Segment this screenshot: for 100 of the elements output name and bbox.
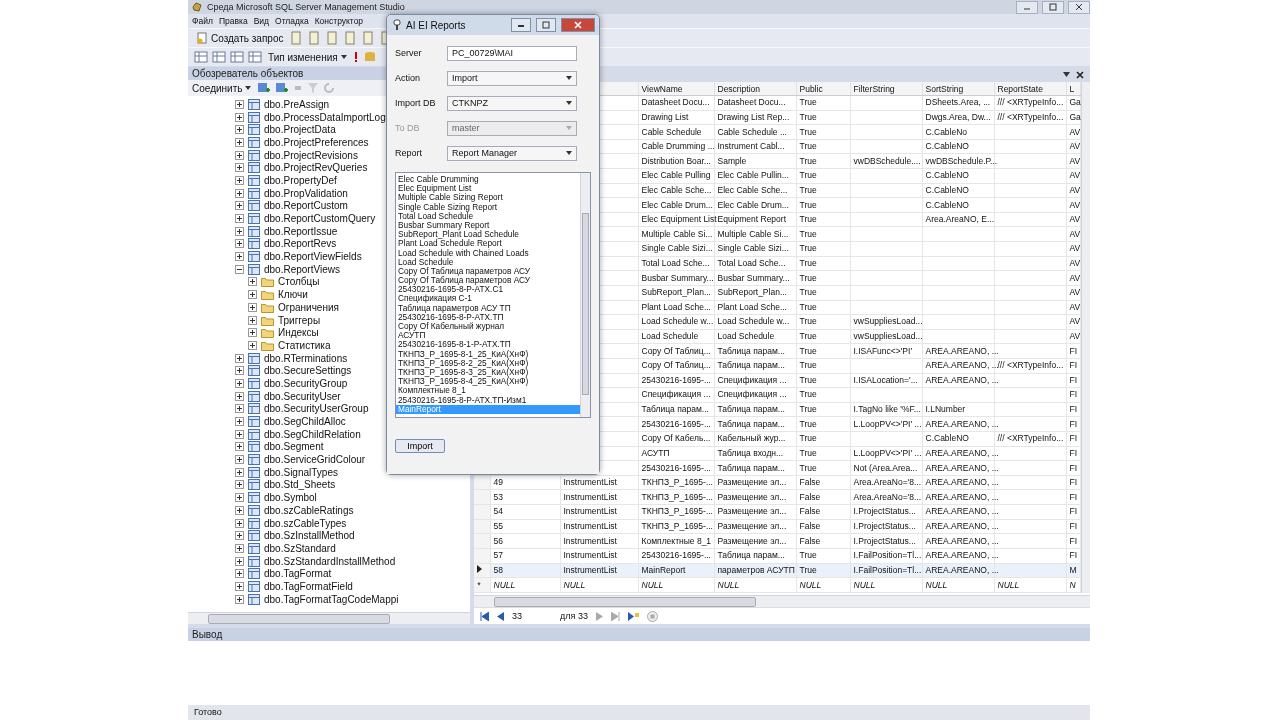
menu-item[interactable]: Правка — [218, 16, 248, 26]
tree-item[interactable]: dbo.SecurityUser — [264, 390, 341, 402]
list-item[interactable]: АСУТП — [396, 331, 580, 341]
tree-item[interactable]: Статистика — [278, 339, 331, 351]
new-record-icon[interactable] — [627, 611, 639, 621]
tree-item[interactable]: Триггеры — [278, 314, 321, 326]
expand-icon[interactable] — [235, 125, 244, 135]
expand-icon[interactable] — [235, 556, 244, 566]
dropdown-field[interactable]: Import — [447, 70, 577, 86]
list-item[interactable]: 25430216-1695-8-P-ATX.C1 — [396, 285, 580, 295]
tree-item[interactable]: dbo.RTerminations — [264, 352, 348, 364]
list-item[interactable]: Elec Equipment List — [396, 184, 580, 194]
expand-icon[interactable] — [235, 493, 244, 503]
list-item[interactable]: Copy Of Кабельный журнал — [396, 322, 580, 332]
list-item[interactable]: Busbar Summary Report — [396, 220, 580, 231]
tree-item[interactable]: dbo.PropertyDef — [264, 174, 337, 186]
record-position[interactable]: 33 — [512, 611, 552, 621]
tree-item[interactable]: dbo.ReportIssue — [264, 225, 338, 237]
tree-item[interactable]: dbo.ProcessDataImportLog — [264, 111, 386, 123]
menu-item[interactable]: Вид — [253, 16, 269, 26]
expand-icon[interactable] — [235, 201, 244, 211]
tree-item[interactable]: dbo.SecurityUserGroup — [264, 403, 369, 415]
list-item[interactable]: Таблица параметров АСУ ТП — [396, 303, 580, 313]
import-button[interactable]: Import — [395, 439, 445, 453]
tree-item[interactable]: Ограничения — [278, 301, 339, 313]
tree-item[interactable]: dbo.SzStandard — [264, 542, 336, 554]
tree-item[interactable]: dbo.ReportViewFields — [264, 251, 362, 263]
expand-icon[interactable] — [235, 417, 244, 427]
expand-icon[interactable] — [235, 581, 244, 591]
expand-icon[interactable] — [235, 137, 244, 147]
list-item[interactable]: 25430216-1695-8-1-P-ATX.ТП — [396, 340, 580, 350]
tree-item[interactable]: dbo.PropValidation — [264, 187, 348, 199]
expand-icon[interactable] — [235, 378, 244, 388]
expand-icon[interactable] — [235, 252, 244, 262]
expand-icon[interactable] — [235, 594, 244, 604]
menu-item[interactable]: Конструктор — [314, 16, 364, 26]
menu-item[interactable]: Отладка — [275, 16, 309, 26]
list-item[interactable]: Copy Of Таблица параметров АСУ — [396, 276, 580, 286]
tree-item[interactable]: dbo.SegChildRelation — [264, 428, 361, 440]
tree-item[interactable]: dbo.SzStandardInstallMethod — [264, 555, 396, 567]
tree-item[interactable]: dbo.szCableTypes — [264, 517, 347, 529]
expand-icon[interactable] — [235, 239, 244, 249]
close-button[interactable] — [561, 18, 595, 32]
list-item[interactable]: ТКНПЗ_Р_1695-8-2_25_КиА(ХнФ) — [396, 358, 580, 368]
list-item[interactable]: 25430216-1695-8-P-ATX.ТП — [396, 312, 580, 322]
tree-item[interactable]: dbo.SegChildAlloc — [264, 416, 346, 428]
expand-icon[interactable] — [235, 404, 244, 414]
tree-item[interactable]: dbo.ReportRevs — [264, 238, 337, 250]
dropdown-field[interactable]: CTKNPZ — [447, 95, 577, 111]
expand-icon[interactable] — [248, 315, 257, 325]
expand-icon[interactable] — [235, 112, 244, 122]
list-item[interactable]: Спецификация С-1 — [396, 294, 580, 304]
report-listbox[interactable] — [395, 172, 591, 418]
tree-item[interactable]: dbo.ReportViews — [264, 263, 340, 275]
expand-icon[interactable] — [235, 175, 244, 185]
expand-icon[interactable] — [248, 340, 257, 350]
tree-item[interactable]: dbo.TagFormat — [264, 568, 332, 580]
tree-item[interactable]: dbo.Segment — [264, 441, 324, 453]
collapse-icon[interactable] — [235, 264, 244, 274]
tree-item[interactable]: dbo.Std_Sheets — [264, 479, 336, 491]
list-item[interactable]: ТКНПЗ_Р_1695-8-3_25_КиА(ХнФ) — [396, 367, 580, 378]
expand-icon[interactable] — [235, 505, 244, 515]
tree-item[interactable]: dbo.ReportCustom — [264, 200, 348, 212]
expand-icon[interactable] — [235, 442, 244, 452]
tree-item[interactable]: dbo.Symbol — [264, 492, 317, 504]
list-item[interactable]: Load Schedule with Chained Loads — [396, 248, 580, 258]
minimize-button[interactable] — [511, 18, 531, 32]
list-item[interactable]: Комплектные 8_1 — [396, 386, 580, 396]
tree-item[interactable]: dbo.ServiceGridColour — [264, 454, 366, 466]
first-record-icon[interactable] — [480, 611, 489, 621]
change-type-dropdown[interactable]: Тип изменения — [266, 51, 349, 63]
tree-item[interactable]: dbo.SecurityGroup — [264, 377, 348, 389]
expand-icon[interactable] — [235, 163, 244, 173]
expand-icon[interactable] — [235, 543, 244, 553]
toolbar-grid-icon[interactable] — [212, 50, 226, 64]
tree-item[interactable]: dbo.TagFormatField — [264, 580, 353, 592]
expand-icon[interactable] — [235, 99, 244, 109]
tree-item[interactable]: dbo.SzInstallMethod — [264, 530, 355, 542]
tree-item[interactable]: Столбцы — [278, 276, 320, 288]
new-query-button[interactable]: Создать запрос — [194, 32, 286, 44]
dropdown-field[interactable]: Report Manager — [447, 145, 577, 161]
tree-item[interactable]: dbo.ReportCustomQuery — [264, 213, 376, 225]
tree-item[interactable]: dbo.SecureSettings — [264, 365, 352, 377]
list-item[interactable]: SubReport_Plant Load Schedule — [396, 230, 580, 240]
list-item[interactable]: ТКНПЗ_Р_1695-8-1_25_КиА(ХнФ) — [396, 349, 580, 359]
vertical-scrollbar[interactable] — [580, 173, 590, 417]
list-item[interactable]: Elec Cable Drumming — [396, 175, 580, 185]
expand-icon[interactable] — [235, 531, 244, 541]
expand-icon[interactable] — [235, 455, 244, 465]
previous-record-icon[interactable] — [497, 611, 504, 621]
expand-icon[interactable] — [235, 353, 244, 363]
tree-item[interactable]: dbo.ProjectRevQueries — [264, 162, 368, 174]
server-field[interactable]: PC_00729\MAI — [447, 45, 577, 61]
tree-item[interactable]: dbo.SignalTypes — [264, 466, 338, 478]
exclamation-icon[interactable] — [352, 51, 359, 63]
horizontal-scrollbar[interactable] — [474, 595, 1090, 607]
expand-icon[interactable] — [235, 518, 244, 528]
dropdown-icon[interactable] — [1063, 72, 1070, 77]
close-button[interactable] — [1068, 0, 1090, 14]
expand-icon[interactable] — [235, 480, 244, 490]
